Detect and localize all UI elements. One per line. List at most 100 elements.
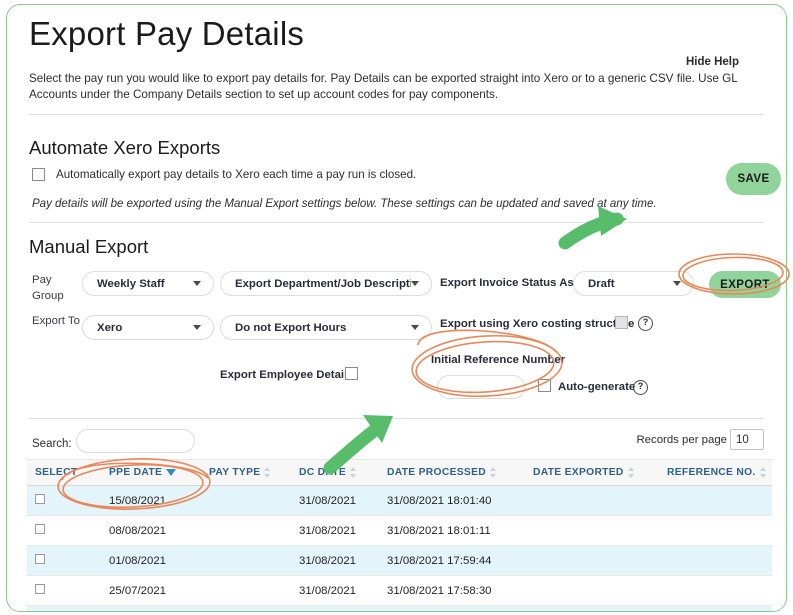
cell-date-processed: 31/08/2021 18:01:40 <box>379 485 525 516</box>
costing-structure-label: Export using Xero costing structure <box>440 318 635 330</box>
cell-reference-no <box>659 575 772 606</box>
row-select-cell[interactable] <box>27 605 101 611</box>
divider-table <box>29 418 764 419</box>
export-to-label: Export To <box>32 315 80 327</box>
cell-reference-no <box>659 515 772 546</box>
save-button[interactable]: SAVE <box>726 163 781 195</box>
chevron-down-icon <box>411 281 419 286</box>
table-row[interactable]: 15/08/2021 31/08/2021 31/08/2021 18:01:40 <box>27 485 772 516</box>
chevron-down-icon <box>673 281 681 286</box>
auto-export-row: Automatically export pay details to Xero… <box>32 168 416 181</box>
sort-icon <box>264 466 271 478</box>
page-title: Export Pay Details <box>29 15 305 52</box>
column-header-select[interactable]: SELECT <box>27 459 101 486</box>
invoice-status-label: Export Invoice Status As <box>440 277 574 289</box>
cell-date-exported <box>525 515 659 546</box>
cell-ppe-date: 25/07/2021 <box>101 575 201 606</box>
table-row[interactable]: 04/07/2021 31/08/202131/08/2021 17:56:28 <box>27 605 772 611</box>
column-header-dc-date[interactable]: DC DATE <box>291 459 379 486</box>
employee-details-label: Export Employee Details <box>220 369 354 381</box>
chevron-down-icon <box>193 325 201 330</box>
column-header-date-exported[interactable]: DATE EXPORTED <box>525 459 659 486</box>
cell-dc-date: 31/08/2021 <box>291 485 379 516</box>
cell-reference-no <box>659 545 772 576</box>
descriptions-select[interactable]: Export Department/Job Descriptions <box>220 271 432 296</box>
costing-structure-checkbox[interactable] <box>615 316 628 329</box>
column-header-pay-type[interactable]: PAY TYPE <box>201 459 291 486</box>
employee-details-checkbox[interactable] <box>345 367 358 380</box>
search-input[interactable] <box>76 429 195 453</box>
pay-group-value: Weekly Staff <box>97 277 165 290</box>
cell-dc-date: 31/08/2021 <box>291 515 379 546</box>
initial-reference-number-label: Initial Reference Number <box>431 354 566 366</box>
cell-date-processed: 31/08/2021 17:58:30 <box>379 575 525 606</box>
cell-date-exported <box>525 545 659 576</box>
auto-export-label: Automatically export pay details to Xero… <box>56 168 417 181</box>
initial-reference-number-input[interactable] <box>437 375 525 399</box>
row-select-checkbox[interactable] <box>35 494 45 504</box>
row-select-checkbox[interactable] <box>35 554 45 564</box>
auto-export-checkbox[interactable] <box>32 168 45 181</box>
row-select-checkbox[interactable] <box>35 524 45 534</box>
auto-generate-checkbox[interactable] <box>538 379 551 392</box>
table-row[interactable]: 25/07/2021 31/08/2021 31/08/2021 17:58:30 <box>27 575 772 606</box>
cell-date-processed: 31/08/2021 18:01:11 <box>379 515 525 546</box>
table-row[interactable]: 08/08/2021 31/08/2021 31/08/2021 18:01:11 <box>27 515 772 546</box>
cell-date-processed: 31/08/2021 17:59:44 <box>379 545 525 576</box>
cell-ppe-date: 01/08/2021 <box>101 545 201 576</box>
automate-xero-exports-heading: Automate Xero Exports <box>29 137 221 158</box>
invoice-status-select[interactable]: Draft <box>573 271 694 296</box>
cell-ppe-date: 15/08/2021 <box>101 485 201 516</box>
column-header-ppe-date[interactable]: PPE DATE <box>101 459 201 486</box>
row-select-cell[interactable] <box>27 485 101 516</box>
hide-help-link[interactable]: Hide Help <box>686 56 739 68</box>
export-button[interactable]: EXPORT <box>709 271 781 298</box>
cell-dc-date: 31/08/2021 <box>291 575 379 606</box>
cell-dc-date: 31/08/2021 <box>291 605 379 611</box>
row-select-cell[interactable] <box>27 515 101 546</box>
hours-select[interactable]: Do not Export Hours <box>220 315 432 340</box>
cell-date-exported <box>525 605 659 611</box>
chevron-down-icon <box>411 325 419 330</box>
cell-pay-type <box>201 515 291 546</box>
cell-pay-type <box>201 545 291 576</box>
sort-icon <box>627 466 635 478</box>
cell-date-processed: 31/08/2021 17:56:28 <box>379 605 525 611</box>
help-description: Select the pay run you would like to exp… <box>29 72 738 101</box>
cell-dc-date: 31/08/2021 <box>291 545 379 576</box>
cell-reference-no <box>659 605 772 611</box>
manual-export-heading: Manual Export <box>29 236 149 257</box>
column-header-date-processed[interactable]: DATE PROCESSED <box>379 459 525 486</box>
chevron-down-icon <box>193 281 201 286</box>
invoice-status-value: Draft <box>588 277 615 290</box>
export-to-select[interactable]: Xero <box>82 315 214 340</box>
sort-ascending-icon <box>166 468 177 476</box>
cell-date-exported <box>525 485 659 516</box>
table-row[interactable]: 01/08/2021 31/08/2021 31/08/2021 17:59:44 <box>27 545 772 576</box>
pay-runs-table: SELECT PPE DATE PAY TYPE DC DATE DATE PR… <box>27 459 772 611</box>
row-select-checkbox[interactable] <box>35 584 45 594</box>
cell-pay-type <box>201 485 291 516</box>
page-inner: Export Pay Details Hide Help Select the … <box>12 10 784 611</box>
search-label: Search: <box>32 438 72 450</box>
records-per-page-input[interactable] <box>730 429 764 450</box>
descriptions-value: Export Department/Job Descriptions <box>235 277 411 290</box>
cell-reference-no <box>659 485 772 516</box>
column-header-reference-no[interactable]: REFERENCE NO. <box>659 459 772 486</box>
divider-header <box>29 114 764 115</box>
cell-ppe-date: 08/08/2021 <box>101 515 201 546</box>
pay-group-select[interactable]: Weekly Staff <box>82 271 214 296</box>
cell-pay-type <box>201 605 291 611</box>
sort-icon <box>759 466 767 478</box>
hours-value: Do not Export Hours <box>235 321 347 334</box>
row-select-cell[interactable] <box>27 545 101 576</box>
pay-group-label: Pay Group <box>32 274 64 302</box>
page-container: Export Pay Details Hide Help Select the … <box>6 4 787 612</box>
cell-ppe-date: 04/07/2021 <box>101 605 201 611</box>
manual-export-note: Pay details will be exported using the M… <box>32 198 657 210</box>
auto-generate-label: Auto-generate <box>558 381 636 393</box>
row-select-cell[interactable] <box>27 575 101 606</box>
sort-icon <box>350 466 357 478</box>
question-circle-icon-autogenerate[interactable]: ? <box>633 380 648 395</box>
question-circle-icon-costing[interactable]: ? <box>638 316 653 331</box>
